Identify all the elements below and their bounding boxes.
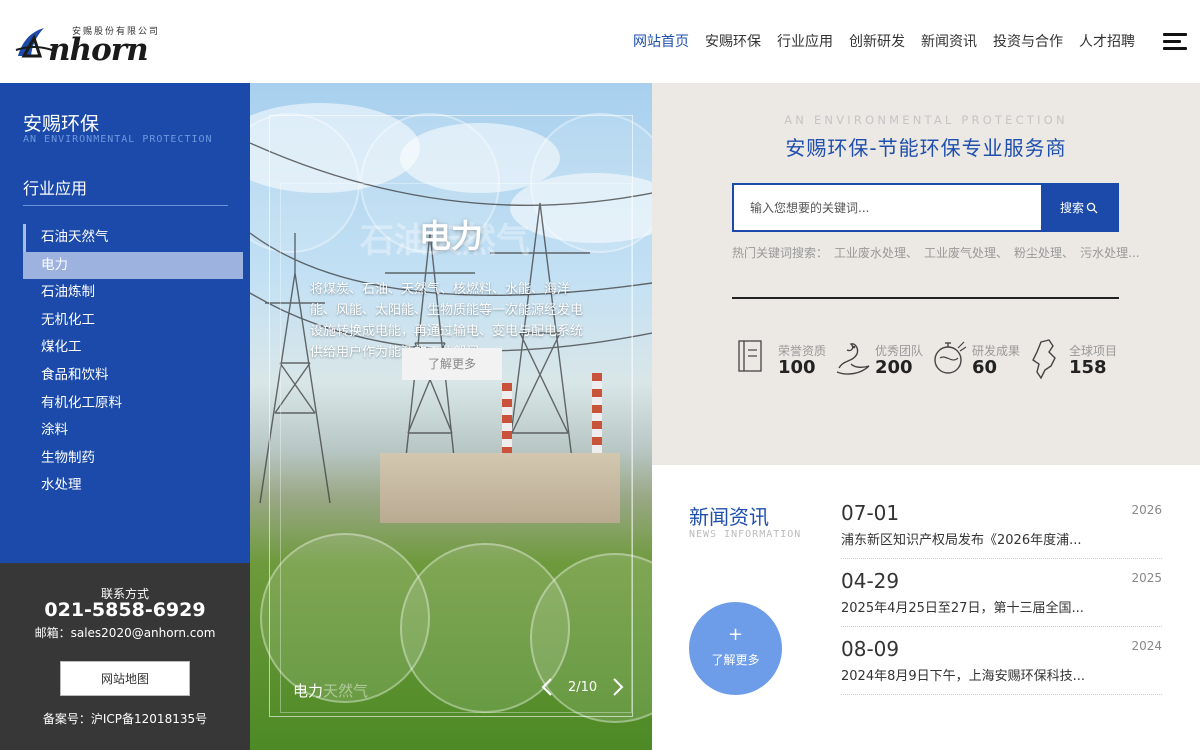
news-date: 04-29 bbox=[841, 569, 900, 593]
news-more-button[interactable]: + 了解更多 bbox=[689, 602, 782, 695]
news-item[interactable]: 07-01 2026 浦东新区知识产权局发布《2026年度浦... bbox=[841, 491, 1162, 559]
header: 安赐股份有限公司 nhorn 网站首页 安赐环保 行业应用 创新研发 新闻资讯 … bbox=[0, 0, 1200, 83]
sidebar-subtitle: AN ENVIRONMENTAL PROTECTION bbox=[23, 134, 213, 145]
slide-learn-more-button[interactable]: 了解更多 bbox=[402, 348, 502, 380]
nav-careers[interactable]: 人才招聘 bbox=[1071, 32, 1143, 52]
nav-home[interactable]: 网站首页 bbox=[625, 32, 697, 52]
slide-pager: 2/10 bbox=[540, 677, 625, 697]
sitemap-button[interactable]: 网站地图 bbox=[60, 661, 190, 696]
contact-phone: 021-5858-6929 bbox=[44, 599, 206, 621]
stat-value: 100 bbox=[778, 357, 816, 378]
sidebar-title: 安赐环保 bbox=[23, 113, 100, 135]
sidebar-item-organic-chem[interactable]: 有机化工原料 bbox=[23, 390, 243, 418]
hot-keywords-label: 热门关键词搜索： bbox=[732, 246, 829, 260]
slide-title: 电力 bbox=[418, 217, 483, 255]
chevron-left-icon[interactable] bbox=[540, 677, 554, 697]
slide-inner-frame bbox=[280, 183, 632, 713]
news-item[interactable]: 08-09 2024 2024年8月9日下午，上海安赐环保科技... bbox=[841, 627, 1162, 695]
sidebar-item-food-beverage[interactable]: 食品和饮料 bbox=[23, 362, 243, 390]
contact-email: 邮箱：sales2020@anhorn.com bbox=[34, 626, 216, 640]
stats-row: 荣誉资质 100 优秀团队 200 研发成果 60 全球项目 158 bbox=[736, 338, 1124, 384]
slide-caption-next: 天然气 bbox=[323, 682, 369, 700]
sidebar-list: 石油天然气 电力 石油炼制 无机化工 煤化工 食品和饮料 有机化工原料 涂料 生… bbox=[23, 224, 243, 500]
stat-value: 200 bbox=[875, 357, 913, 378]
sidebar-item-power[interactable]: 电力 bbox=[23, 251, 243, 280]
sidebar-item-water[interactable]: 水处理 bbox=[23, 472, 243, 500]
news-more-label: 了解更多 bbox=[711, 653, 760, 667]
main-nav: 网站首页 安赐环保 行业应用 创新研发 新闻资讯 投资与合作 人才招聘 bbox=[625, 32, 1143, 52]
search-button[interactable]: 搜索 bbox=[1041, 185, 1117, 230]
flask-icon bbox=[934, 341, 967, 374]
stat-value: 60 bbox=[972, 357, 998, 378]
news-section: 新闻资讯 NEWS INFORMATION + 了解更多 07-01 2026 … bbox=[652, 465, 1200, 750]
hero-slide: 石油天然气 电力 将煤炭、石油、天然气、核燃料、水能、海洋能、风能、太阳能、生物… bbox=[250, 83, 652, 750]
news-item[interactable]: 04-29 2025 2025年4月25日至27日，第十三届全国... bbox=[841, 559, 1162, 627]
sidebar-divider bbox=[23, 205, 228, 206]
slide-caption: 电力天然气 bbox=[293, 680, 368, 701]
promo-en-title: AN ENVIRONMENTAL PROTECTION bbox=[784, 113, 1068, 127]
hot-keyword[interactable]: 粉尘处理、 bbox=[1014, 246, 1074, 260]
chevron-right-icon[interactable] bbox=[611, 677, 625, 697]
sidebar-section-title: 行业应用 bbox=[23, 179, 88, 198]
news-year: 2024 bbox=[1131, 639, 1162, 653]
team-icon bbox=[836, 343, 870, 375]
news-subtitle: NEWS INFORMATION bbox=[689, 529, 802, 540]
hot-keyword[interactable]: 工业废气处理、 bbox=[924, 246, 1008, 260]
map-icon bbox=[1032, 339, 1056, 380]
sidebar-item-biopharma[interactable]: 生物制药 bbox=[23, 445, 243, 473]
promo-panel: AN ENVIRONMENTAL PROTECTION 安赐环保-节能环保专业服… bbox=[652, 83, 1200, 465]
search-icon bbox=[1086, 202, 1098, 213]
news-date: 07-01 bbox=[841, 501, 900, 525]
nav-investment[interactable]: 投资与合作 bbox=[985, 32, 1071, 52]
news-year: 2026 bbox=[1131, 503, 1162, 517]
promo-cn-title: 安赐环保-节能环保专业服务商 bbox=[785, 136, 1067, 160]
sidebar-item-coatings[interactable]: 涂料 bbox=[23, 417, 243, 445]
sidebar-item-coal-chem[interactable]: 煤化工 bbox=[23, 334, 243, 362]
slide-caption-current: 电力 bbox=[293, 682, 324, 700]
logo-wordmark: nhorn bbox=[48, 32, 149, 68]
nav-innovation[interactable]: 创新研发 bbox=[841, 32, 913, 52]
news-headline: 2025年4月25日至27日，第十三届全国... bbox=[841, 601, 1084, 616]
plus-icon: + bbox=[727, 624, 744, 645]
stat-value: 158 bbox=[1069, 357, 1107, 378]
news-headline: 浦东新区知识产权局发布《2026年度浦... bbox=[841, 533, 1082, 548]
promo-divider bbox=[732, 297, 1119, 299]
news-title: 新闻资讯 bbox=[689, 505, 769, 529]
hot-keyword[interactable]: 污水处理... bbox=[1080, 246, 1139, 260]
logo[interactable]: 安赐股份有限公司 nhorn bbox=[14, 18, 158, 68]
hamburger-icon[interactable] bbox=[1163, 31, 1187, 51]
slide-counter: 2/10 bbox=[568, 679, 598, 695]
news-date: 08-09 bbox=[841, 637, 900, 661]
stat-team: 优秀团队 200 bbox=[833, 338, 930, 384]
news-year: 2025 bbox=[1131, 571, 1162, 585]
stat-research: 研发成果 60 bbox=[930, 338, 1027, 384]
search-button-label: 搜索 bbox=[1059, 201, 1084, 215]
nav-anhorn[interactable]: 安赐环保 bbox=[697, 32, 769, 52]
sidebar-item-inorganic-chem[interactable]: 无机化工 bbox=[23, 307, 243, 335]
hot-keyword[interactable]: 工业废水处理、 bbox=[834, 246, 918, 260]
nav-industry[interactable]: 行业应用 bbox=[769, 32, 841, 52]
news-list: 07-01 2026 浦东新区知识产权局发布《2026年度浦... 04-29 … bbox=[841, 491, 1162, 695]
stat-projects: 全球项目 158 bbox=[1027, 338, 1124, 384]
stat-honors: 荣誉资质 100 bbox=[736, 338, 833, 384]
sidebar-item-oil-gas[interactable]: 石油天然气 bbox=[23, 224, 243, 252]
search-input[interactable] bbox=[734, 185, 1041, 230]
hot-keywords: 热门关键词搜索： 工业废水处理、 工业废气处理、 粉尘处理、 污水处理... bbox=[732, 244, 1140, 261]
search-bar: 搜索 bbox=[732, 183, 1119, 232]
nav-news[interactable]: 新闻资讯 bbox=[913, 32, 985, 52]
sidebar-item-refining[interactable]: 石油炼制 bbox=[23, 279, 243, 307]
sidebar: 安赐环保 AN ENVIRONMENTAL PROTECTION 行业应用 石油… bbox=[0, 83, 250, 563]
icp-record: 备案号：沪ICP备12018135号 bbox=[42, 712, 208, 726]
contact-panel: 联系方式 021-5858-6929 邮箱：sales2020@anhorn.c… bbox=[0, 563, 250, 750]
certificate-icon bbox=[738, 340, 762, 372]
news-headline: 2024年8月9日下午，上海安赐环保科技... bbox=[841, 669, 1086, 684]
